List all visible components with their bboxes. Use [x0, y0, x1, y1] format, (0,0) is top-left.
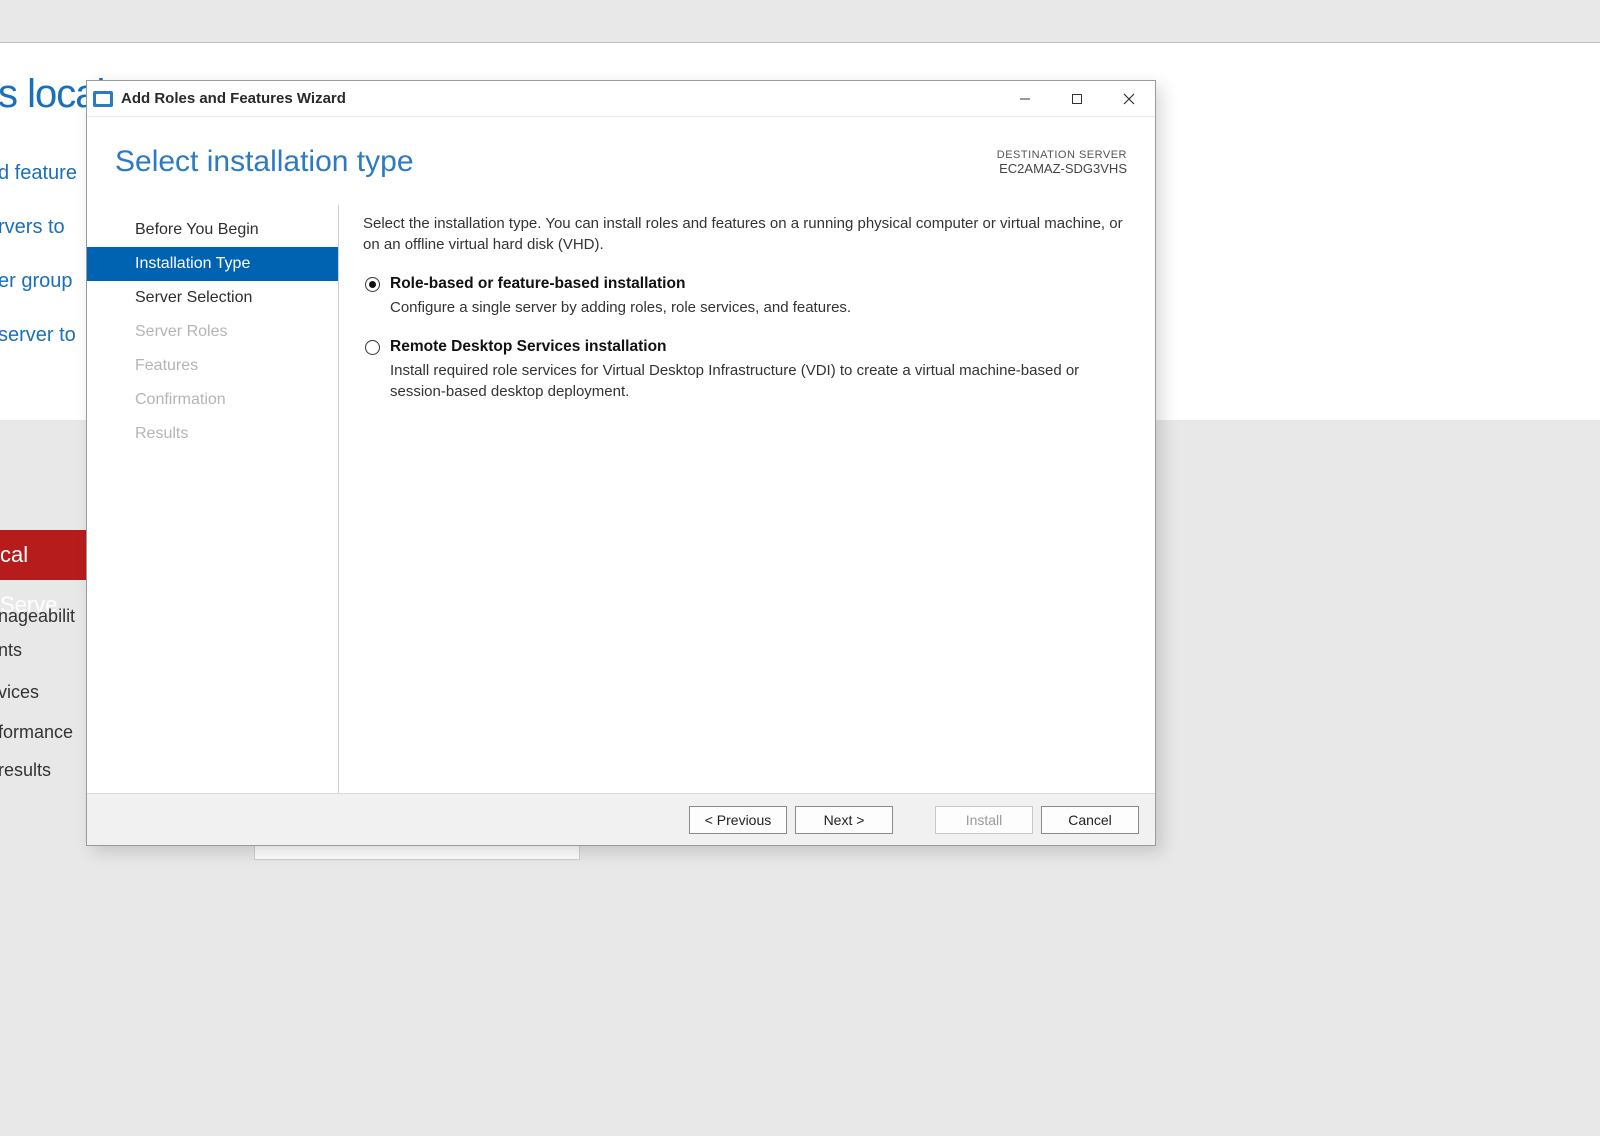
window-title: Add Roles and Features Wizard	[121, 90, 346, 107]
close-button[interactable]	[1103, 83, 1155, 115]
destination-server: EC2AMAZ-SDG3VHS	[997, 161, 1127, 176]
radio-rds[interactable]	[365, 340, 380, 355]
intro-text: Select the installation type. You can in…	[363, 213, 1131, 255]
option-title: Remote Desktop Services installation	[390, 338, 667, 356]
option-role-based[interactable]: Role-based or feature-based installation…	[363, 275, 1131, 318]
bg-text: results	[0, 760, 51, 781]
radio-role-based[interactable]	[365, 277, 380, 292]
title-bar[interactable]: Add Roles and Features Wizard	[87, 81, 1155, 117]
bg-text: server to	[0, 324, 76, 347]
bg-text: er group	[0, 270, 73, 293]
close-icon	[1122, 92, 1136, 106]
dialog-footer: < Previous Next > Install Cancel	[87, 793, 1155, 845]
bg-red-tile: cal Serve	[0, 530, 87, 580]
option-rds[interactable]: Remote Desktop Services installation Ins…	[363, 338, 1131, 402]
bg-text: formance	[0, 722, 73, 743]
nav-server-roles: Server Roles	[87, 315, 338, 349]
option-title: Role-based or feature-based installation	[390, 275, 685, 293]
nav-features: Features	[87, 349, 338, 383]
bg-text: nts	[0, 640, 22, 661]
destination-block: DESTINATION SERVER EC2AMAZ-SDG3VHS	[997, 149, 1127, 176]
next-button[interactable]: Next >	[795, 806, 893, 834]
caption-buttons	[999, 83, 1155, 115]
cancel-button[interactable]: Cancel	[1041, 806, 1139, 834]
option-description: Configure a single server by adding role…	[390, 297, 1131, 318]
maximize-button[interactable]	[1051, 83, 1103, 115]
nav-installation-type[interactable]: Installation Type	[87, 247, 338, 281]
bg-text: d feature	[0, 162, 77, 185]
app-icon	[93, 91, 113, 107]
nav-results: Results	[87, 417, 338, 451]
content-pane: Select the installation type. You can in…	[339, 205, 1155, 793]
previous-button[interactable]: < Previous	[689, 806, 787, 834]
wizard-nav: Before You Begin Installation Type Serve…	[87, 205, 339, 793]
bg-text: vices	[0, 682, 39, 703]
bg-text: rvers to	[0, 216, 65, 239]
destination-label: DESTINATION SERVER	[997, 149, 1127, 161]
nav-confirmation: Confirmation	[87, 383, 338, 417]
bg-text: nageabilit	[0, 606, 75, 627]
nav-server-selection[interactable]: Server Selection	[87, 281, 338, 315]
dialog-body: Before You Begin Installation Type Serve…	[87, 193, 1155, 793]
minimize-icon	[1018, 92, 1032, 106]
nav-before-you-begin[interactable]: Before You Begin	[87, 213, 338, 247]
page-title: Select installation type	[115, 145, 414, 179]
minimize-button[interactable]	[999, 83, 1051, 115]
wizard-dialog: Add Roles and Features Wizard Select ins…	[86, 80, 1156, 846]
option-description: Install required role services for Virtu…	[390, 360, 1131, 402]
background-panel	[254, 846, 580, 860]
maximize-icon	[1070, 92, 1084, 106]
heading-row: Select installation type DESTINATION SER…	[87, 117, 1155, 193]
install-button: Install	[935, 806, 1033, 834]
